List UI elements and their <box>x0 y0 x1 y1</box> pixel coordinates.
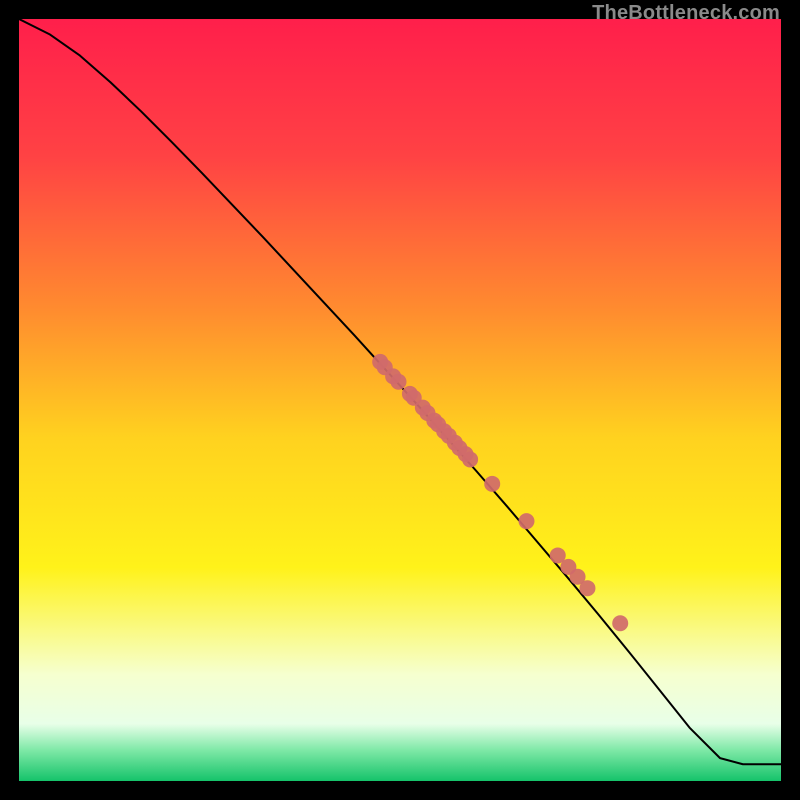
chart-svg <box>19 19 781 781</box>
data-point <box>579 580 595 596</box>
chart-background <box>19 19 781 781</box>
data-point <box>462 451 478 467</box>
data-point <box>612 615 628 631</box>
plot-area <box>19 19 781 781</box>
data-point <box>390 374 406 390</box>
data-point <box>484 476 500 492</box>
data-point <box>518 513 534 529</box>
chart-stage: TheBottleneck.com <box>0 0 800 800</box>
